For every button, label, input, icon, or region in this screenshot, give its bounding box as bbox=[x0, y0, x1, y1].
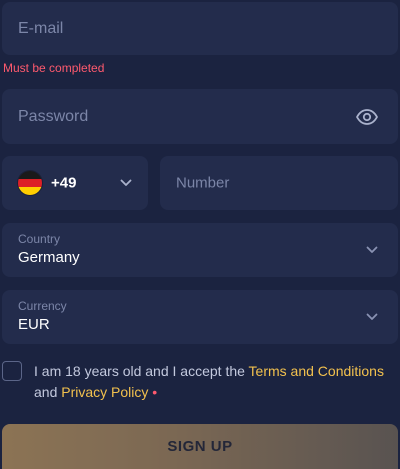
currency-select[interactable]: Currency EUR bbox=[2, 290, 398, 344]
country-code-select[interactable]: +49 bbox=[2, 156, 148, 210]
signup-button[interactable]: SIGN UP bbox=[2, 424, 398, 469]
signup-button-label: SIGN UP bbox=[167, 438, 233, 455]
phone-number-placeholder: Number bbox=[176, 174, 230, 192]
germany-flag-icon bbox=[18, 171, 42, 195]
terms-text: I am 18 years old and I accept the Terms… bbox=[34, 361, 394, 403]
chevron-down-icon bbox=[120, 179, 132, 186]
country-select[interactable]: Country Germany bbox=[2, 223, 398, 277]
country-code-value: +49 bbox=[51, 174, 77, 192]
password-field[interactable]: Password bbox=[2, 89, 398, 144]
phone-number-field[interactable]: Number bbox=[160, 156, 398, 210]
required-marker: • bbox=[148, 384, 158, 400]
email-placeholder: E-mail bbox=[18, 19, 64, 37]
privacy-policy-link[interactable]: Privacy Policy bbox=[61, 384, 148, 400]
currency-label: Currency bbox=[18, 299, 67, 313]
terms-checkbox[interactable] bbox=[2, 361, 22, 381]
terms-and-conditions-link[interactable]: Terms and Conditions bbox=[249, 363, 384, 379]
email-error-message: Must be completed bbox=[3, 61, 105, 75]
currency-value: EUR bbox=[18, 316, 50, 333]
chevron-down-icon bbox=[366, 313, 378, 320]
terms-text-before: I am 18 years old and I accept the bbox=[34, 363, 249, 379]
eye-icon[interactable] bbox=[356, 108, 378, 125]
password-placeholder: Password bbox=[18, 107, 89, 125]
chevron-down-icon bbox=[366, 246, 378, 253]
country-value: Germany bbox=[18, 249, 80, 266]
signup-form: E-mail Must be completed Password +49 Nu… bbox=[0, 0, 400, 469]
email-field[interactable]: E-mail bbox=[2, 2, 398, 55]
country-label: Country bbox=[18, 232, 61, 246]
terms-text-and: and bbox=[34, 384, 62, 400]
